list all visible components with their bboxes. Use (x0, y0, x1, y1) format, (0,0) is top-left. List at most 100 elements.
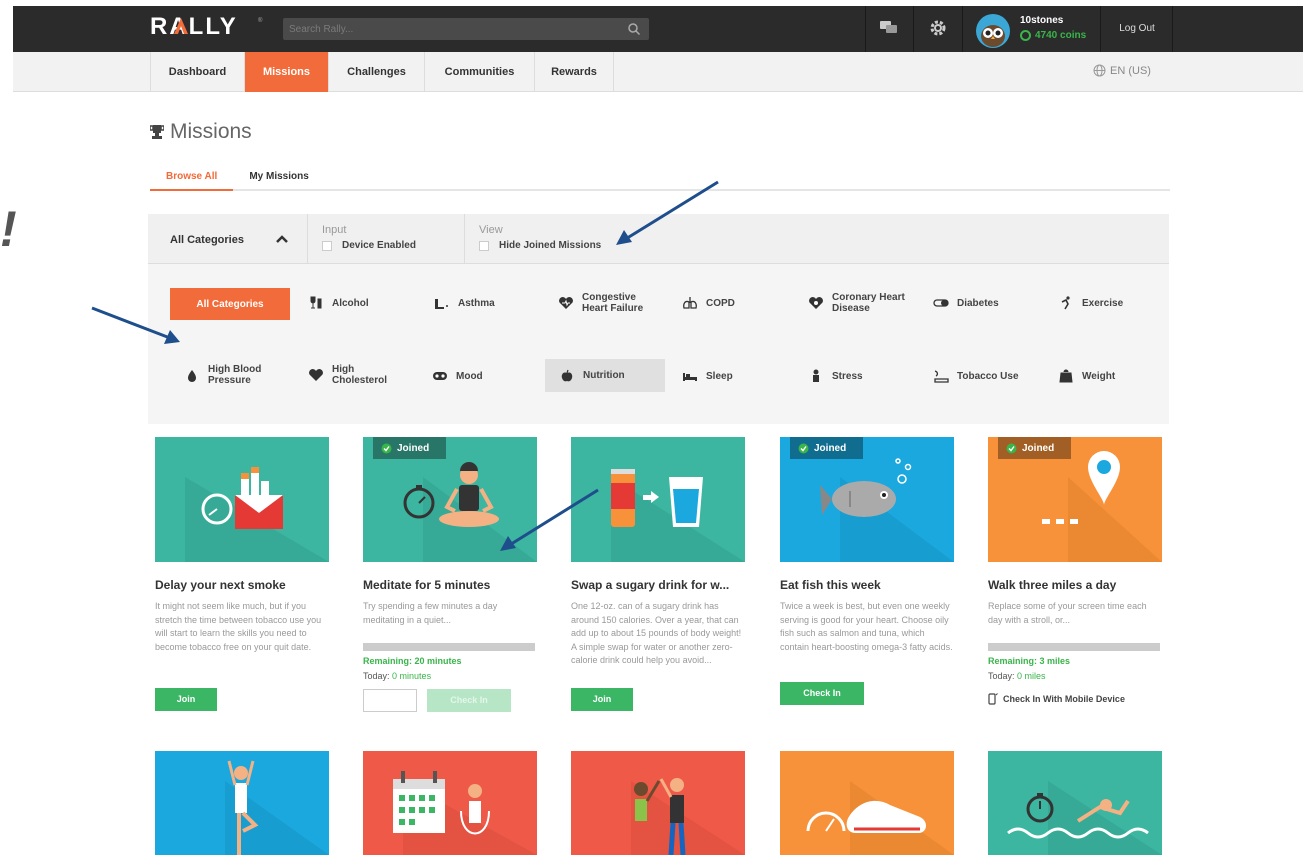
yoga-illustration (155, 751, 329, 855)
category-asthma[interactable]: Asthma (434, 296, 554, 310)
checkin-amount-input[interactable] (363, 689, 417, 712)
mission-card[interactable] (780, 751, 954, 855)
language-selector[interactable]: EN (US) (1093, 64, 1151, 77)
mission-title[interactable]: Meditate for 5 minutes (363, 578, 490, 592)
owl-avatar-icon (981, 25, 1005, 47)
swim-illustration (988, 751, 1162, 855)
category-alcohol[interactable]: Alcohol (308, 296, 428, 310)
high-five-illustration (571, 751, 745, 855)
category-congestive-heart-failure[interactable]: Congestive Heart Failure (558, 292, 678, 314)
category-coronary-heart-disease[interactable]: Coronary Heart Disease (808, 292, 928, 314)
joined-label: Joined (1022, 442, 1055, 454)
progress-bar (363, 643, 535, 651)
mission-title[interactable]: Delay your next smoke (155, 578, 286, 592)
hide-joined-label: Hide Joined Missions (499, 240, 602, 251)
device-enabled-option[interactable]: Device Enabled (322, 240, 416, 251)
header-divider (913, 6, 914, 52)
device-enabled-checkbox[interactable] (322, 240, 332, 251)
gear-icon[interactable] (929, 19, 947, 37)
today-text: Today: 0 miles (988, 671, 1046, 681)
bed-icon (683, 373, 697, 381)
coin-balance: 4740 coins (1020, 30, 1086, 41)
mobile-checkin-label: Check In With Mobile Device (1003, 694, 1125, 704)
check-in-button[interactable]: Check In (427, 689, 511, 712)
category-label: Congestive Heart Failure (582, 292, 644, 314)
annotation-arrow (500, 488, 599, 551)
category-high-blood-pressure[interactable]: High Blood Pressure (184, 364, 304, 386)
nav-rewards[interactable]: Rewards (534, 52, 614, 92)
category-label: All Categories (196, 298, 264, 310)
category-dropdown[interactable]: All Categories (148, 214, 308, 264)
main-nav: Dashboard Missions Challenges Communitie… (150, 52, 614, 92)
tab-my-missions[interactable]: My Missions (233, 166, 324, 191)
mission-title[interactable]: Walk three miles a day (988, 578, 1116, 592)
drop-icon (188, 370, 196, 382)
category-label: Exercise (1082, 297, 1124, 309)
username[interactable]: 10stones (1020, 15, 1063, 26)
wine-icon (310, 296, 322, 309)
nav-challenges[interactable]: Challenges (328, 52, 424, 92)
category-high-cholesterol[interactable]: High Cholesterol (308, 364, 428, 386)
hide-joined-checkbox[interactable] (479, 240, 489, 251)
joined-label: Joined (397, 442, 430, 454)
category-label: Stress (832, 370, 863, 382)
category-diabetes[interactable]: Diabetes (933, 296, 1053, 310)
globe-icon (1093, 64, 1106, 77)
check-circle-icon (1006, 443, 1017, 453)
annotation-arrow (91, 306, 180, 344)
search-icon[interactable] (627, 22, 641, 36)
category-label: Tobacco Use (957, 370, 1019, 382)
nav-communities[interactable]: Communities (424, 52, 534, 92)
category-label: Nutrition (583, 370, 625, 381)
category-mood[interactable]: Mood (432, 369, 552, 383)
category-exercise[interactable]: Exercise (1058, 296, 1168, 310)
trophy-icon (150, 125, 164, 139)
mission-card[interactable] (988, 751, 1162, 855)
apple-icon (561, 369, 573, 381)
joined-badge: Joined (998, 437, 1071, 459)
check-in-button[interactable]: Check In (780, 682, 864, 705)
category-weight[interactable]: Weight (1058, 369, 1168, 383)
mission-image[interactable]: Joined (780, 437, 954, 562)
mission-card[interactable] (571, 751, 745, 855)
category-label: Sleep (706, 370, 733, 382)
rally-missions-page: ! RALLY ® 10stones (0, 0, 1307, 855)
language-label: EN (US) (1110, 64, 1151, 77)
search-input[interactable] (283, 18, 613, 40)
category-sleep[interactable]: Sleep (682, 369, 802, 383)
mobile-checkin-link[interactable]: Check In With Mobile Device (988, 693, 1125, 705)
category-label: High Blood Pressure (208, 364, 262, 386)
mission-card[interactable] (155, 751, 329, 855)
mission-title[interactable]: Swap a sugary drink for w... (571, 578, 729, 592)
mission-description: Replace some of your screen time each da… (988, 601, 1147, 625)
cigarette-icon (934, 370, 949, 383)
logout-button[interactable]: Log Out (1104, 19, 1170, 39)
progress-bar (988, 643, 1160, 651)
category-label: Alcohol (332, 297, 369, 309)
join-button[interactable]: Join (155, 688, 217, 711)
heart-icon (809, 297, 823, 309)
chat-icon[interactable] (880, 21, 898, 35)
join-button[interactable]: Join (571, 688, 633, 711)
lungs-icon (683, 297, 697, 309)
heart-icon (309, 369, 323, 381)
mission-card[interactable] (363, 751, 537, 855)
category-tobacco-use[interactable]: Tobacco Use (933, 369, 1053, 383)
mission-image[interactable] (155, 437, 329, 562)
nav-dashboard[interactable]: Dashboard (150, 52, 244, 92)
mask-icon (433, 372, 447, 380)
category-stress[interactable]: Stress (808, 369, 928, 383)
category-all[interactable]: All Categories (170, 288, 290, 320)
avatar[interactable] (976, 14, 1010, 48)
remaining-text: Remaining: 20 minutes (363, 656, 462, 666)
rally-logo[interactable]: RALLY ® (150, 14, 266, 36)
nav-missions[interactable]: Missions (244, 52, 328, 92)
main-nav-bar: Dashboard Missions Challenges Communitie… (13, 52, 1303, 92)
category-copd[interactable]: COPD (682, 296, 802, 310)
mission-title[interactable]: Eat fish this week (780, 578, 881, 592)
tab-browse-all[interactable]: Browse All (150, 166, 234, 191)
category-nutrition[interactable]: Nutrition (545, 359, 665, 392)
mission-image[interactable]: Joined (988, 437, 1162, 562)
category-label: Coronary Heart Disease (832, 292, 905, 314)
mission-description: One 12-oz. can of a sugary drink has aro… (571, 601, 742, 665)
